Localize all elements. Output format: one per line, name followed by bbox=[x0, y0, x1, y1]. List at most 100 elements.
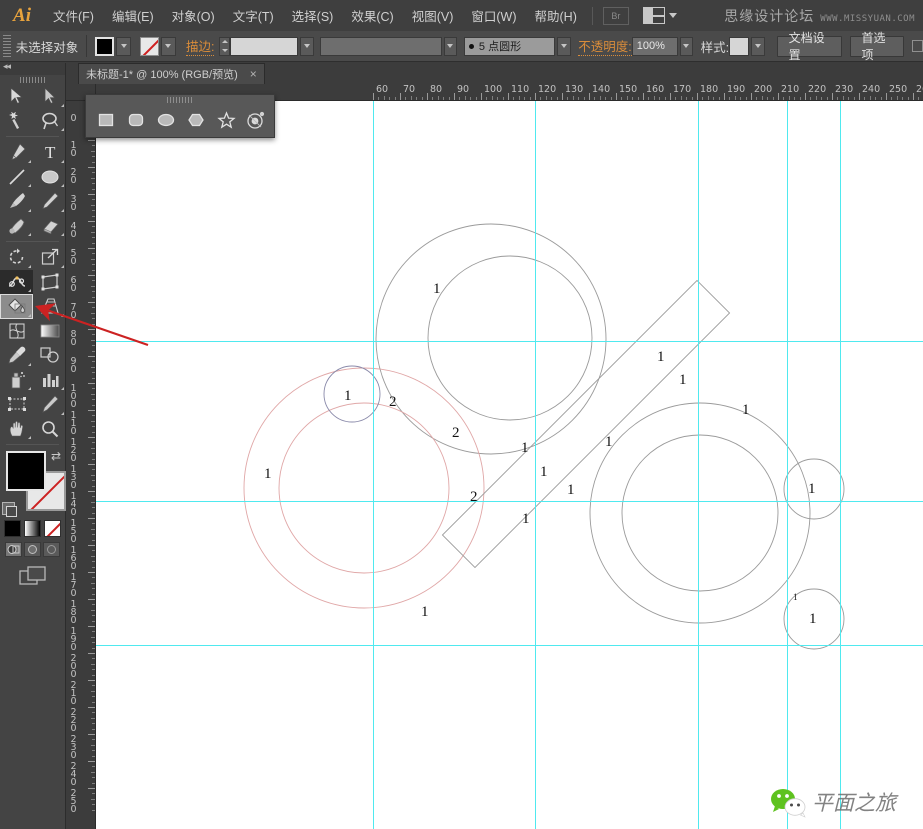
magic-wand-tool[interactable] bbox=[0, 109, 33, 134]
blend-tool[interactable] bbox=[33, 343, 66, 368]
stroke-dropdown-button[interactable] bbox=[160, 36, 176, 56]
eraser-tool[interactable] bbox=[33, 214, 66, 239]
menu-item-8[interactable]: 帮助(H) bbox=[526, 0, 586, 31]
stroke-weight-stepper[interactable] bbox=[219, 36, 231, 56]
paintbrush-tool[interactable] bbox=[0, 189, 33, 214]
stroke-profile-dropdown[interactable] bbox=[443, 36, 458, 56]
tools-panel-collapse-button[interactable] bbox=[0, 61, 65, 75]
stroke-weight-input[interactable] bbox=[230, 36, 299, 56]
menu-item-5[interactable]: 效果(C) bbox=[342, 0, 402, 31]
lasso-tool[interactable] bbox=[33, 109, 66, 134]
column-graph-tool[interactable] bbox=[33, 368, 66, 393]
gradient-tool[interactable] bbox=[33, 319, 66, 344]
horizontal-guide[interactable] bbox=[96, 341, 923, 342]
free-transform-tool[interactable] bbox=[33, 270, 66, 295]
stroke-color-swatch[interactable] bbox=[139, 36, 159, 56]
rectangle-tool[interactable] bbox=[91, 105, 121, 135]
vertical-guide[interactable] bbox=[787, 101, 788, 829]
direct-selection-tool[interactable] bbox=[33, 84, 66, 109]
shape-tools-flyout-panel[interactable] bbox=[85, 94, 275, 138]
menu-item-7[interactable]: 窗口(W) bbox=[462, 0, 525, 31]
brush-definition-label: 5 点圆形 bbox=[478, 41, 522, 53]
draw-behind-button[interactable] bbox=[24, 542, 41, 557]
pencil-tool[interactable] bbox=[33, 189, 66, 214]
close-icon[interactable]: × bbox=[250, 67, 257, 81]
polygon-tool[interactable] bbox=[181, 105, 211, 135]
artwork-circle[interactable] bbox=[427, 255, 593, 421]
ellipse-tool[interactable] bbox=[151, 105, 181, 135]
change-screen-mode-button[interactable] bbox=[18, 566, 47, 591]
live-paint-bucket-tool[interactable] bbox=[0, 294, 33, 319]
menu-item-1[interactable]: 编辑(E) bbox=[103, 0, 163, 31]
flare-tool[interactable] bbox=[241, 105, 271, 135]
vertical-ruler[interactable]: 0 10 20 30 40 50 60 70 80 90 100110120130140150160… bbox=[66, 101, 96, 829]
menu-item-2[interactable]: 对象(O) bbox=[163, 0, 224, 31]
stroke-label[interactable]: 描边: bbox=[185, 36, 215, 56]
artboard-canvas[interactable]: 112211111111211111 bbox=[96, 101, 923, 829]
flyout-grip[interactable] bbox=[86, 95, 274, 104]
stroke-weight-dropdown[interactable] bbox=[300, 36, 314, 56]
panel-dock-icon[interactable] bbox=[912, 40, 923, 52]
type-tool[interactable]: T bbox=[33, 140, 66, 165]
fill-dropdown-button[interactable] bbox=[116, 36, 132, 56]
line-segment-tool[interactable] bbox=[0, 165, 33, 190]
artboard-tool[interactable] bbox=[0, 392, 33, 417]
opacity-input[interactable]: 100% bbox=[631, 36, 678, 56]
stroke-profile-select[interactable] bbox=[320, 36, 442, 56]
color-mode-button[interactable] bbox=[4, 520, 21, 537]
default-fill-stroke-icon[interactable] bbox=[2, 502, 17, 517]
menu-item-3[interactable]: 文字(T) bbox=[224, 0, 283, 31]
symbol-sprayer-tool[interactable] bbox=[0, 368, 33, 393]
selection-tool[interactable] bbox=[0, 84, 33, 109]
arrange-documents-button[interactable] bbox=[642, 7, 677, 24]
gradient-mode-button[interactable] bbox=[24, 520, 41, 537]
star-tool[interactable] bbox=[211, 105, 241, 135]
hand-tool[interactable] bbox=[0, 417, 33, 442]
artwork-circle[interactable] bbox=[589, 402, 811, 624]
blob-brush-tool[interactable] bbox=[0, 214, 33, 239]
artwork-circle[interactable] bbox=[278, 402, 450, 574]
menu-item-0[interactable]: 文件(F) bbox=[44, 0, 103, 31]
brush-definition-select[interactable]: 5 点圆形 bbox=[463, 36, 556, 56]
swap-fill-stroke-icon[interactable]: ⇄ bbox=[51, 449, 61, 463]
none-mode-button[interactable] bbox=[44, 520, 61, 537]
perspective-grid-tool[interactable] bbox=[33, 294, 66, 319]
ellipse-tool[interactable] bbox=[33, 165, 66, 190]
zoom-tool[interactable] bbox=[33, 417, 66, 442]
menu-item-6[interactable]: 视图(V) bbox=[403, 0, 463, 31]
artwork-circle[interactable] bbox=[243, 367, 485, 609]
artwork-circle[interactable] bbox=[323, 365, 381, 423]
bridge-icon[interactable]: Br bbox=[602, 6, 629, 25]
artwork-circle[interactable] bbox=[621, 434, 779, 592]
vertical-guide[interactable] bbox=[373, 101, 374, 829]
tools-panel-grip[interactable] bbox=[0, 75, 65, 84]
graphic-style-dropdown[interactable] bbox=[751, 36, 765, 56]
brush-definition-dropdown[interactable] bbox=[557, 36, 571, 56]
control-bar-grip[interactable] bbox=[3, 35, 11, 57]
vertical-guide[interactable] bbox=[535, 101, 536, 829]
rounded-rectangle-tool[interactable] bbox=[121, 105, 151, 135]
document-tab[interactable]: 未标题-1* @ 100% (RGB/预览) × bbox=[78, 63, 265, 84]
draw-normal-button[interactable] bbox=[5, 542, 22, 557]
fill-color-swatch[interactable] bbox=[95, 36, 115, 56]
horizontal-guide[interactable] bbox=[96, 645, 923, 646]
mesh-tool[interactable] bbox=[0, 319, 33, 344]
document-setup-button[interactable]: 文档设置 bbox=[776, 31, 842, 62]
artwork-rotated-rectangle[interactable] bbox=[441, 279, 731, 569]
pen-tool[interactable] bbox=[0, 140, 33, 165]
horizontal-guide[interactable] bbox=[96, 501, 923, 502]
opacity-dropdown[interactable] bbox=[679, 36, 693, 56]
vertical-guide[interactable] bbox=[840, 101, 841, 829]
rotate-tool[interactable] bbox=[0, 245, 33, 270]
vertical-guide[interactable] bbox=[698, 101, 699, 829]
fill-color-box[interactable] bbox=[6, 451, 46, 491]
slice-tool[interactable] bbox=[33, 392, 66, 417]
preferences-button[interactable]: 首选项 bbox=[849, 31, 905, 62]
scale-tool[interactable] bbox=[33, 245, 66, 270]
menu-item-4[interactable]: 选择(S) bbox=[283, 0, 343, 31]
eyedropper-tool[interactable] bbox=[0, 343, 33, 368]
opacity-label[interactable]: 不透明度: bbox=[578, 36, 632, 56]
graphic-style-swatch[interactable] bbox=[729, 36, 750, 56]
width-tool[interactable] bbox=[0, 269, 33, 294]
draw-inside-button[interactable] bbox=[43, 542, 60, 557]
